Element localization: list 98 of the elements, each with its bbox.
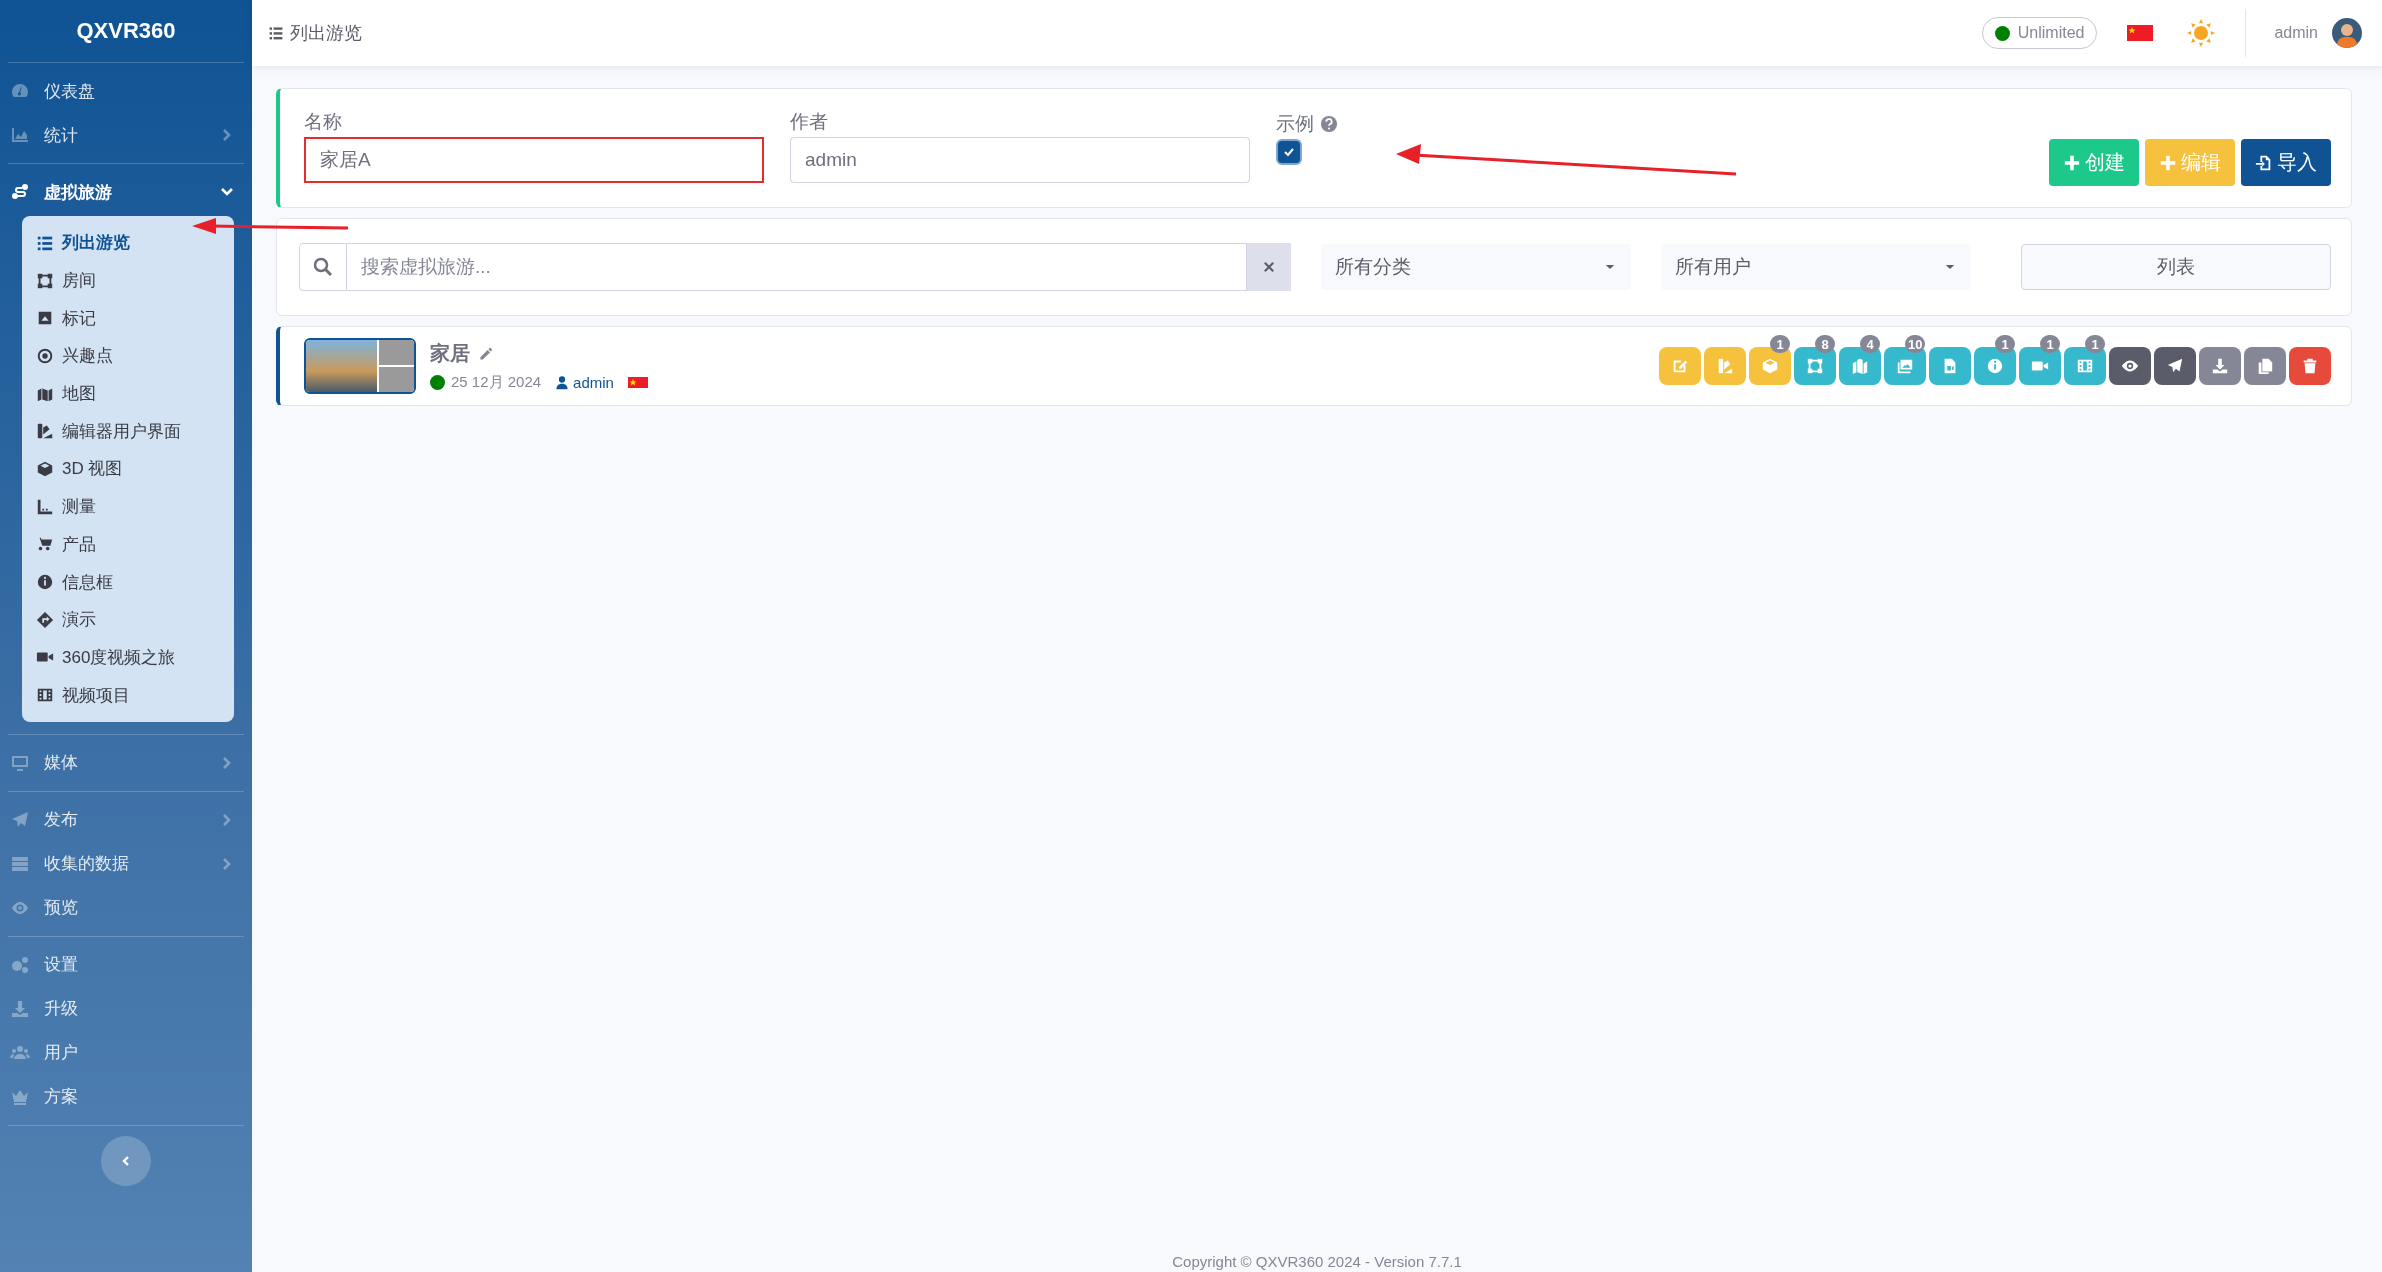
view-toggle-button[interactable]: 列表 <box>2021 244 2331 290</box>
list-icon <box>268 25 284 41</box>
user-name[interactable]: admin <box>2274 24 2318 42</box>
download-icon <box>10 998 30 1019</box>
submenu-item[interactable]: 标记 <box>22 299 110 338</box>
chevron-left-icon <box>120 1154 132 1167</box>
palette-icon <box>36 422 54 441</box>
thumbnail-placeholder[interactable] <box>304 338 416 394</box>
submenu-item[interactable]: 产品 <box>22 525 110 564</box>
file-import-icon <box>2255 153 2273 172</box>
paper-plane-icon <box>2166 357 2184 375</box>
route-icon <box>10 182 30 202</box>
action-button[interactable] <box>2289 347 2331 385</box>
copyright-text: Copyright © QXVR360 2024 - Version 7.7.1 <box>1171 1253 1463 1272</box>
clear-button[interactable] <box>1247 243 1291 291</box>
cube-icon <box>1761 357 1779 375</box>
brand-logo-text[interactable]: QXVR360 <box>8 0 244 63</box>
sun-icon <box>2187 19 2216 47</box>
sidebar-item[interactable]: 发布 <box>8 797 244 842</box>
action-button[interactable] <box>2244 347 2286 385</box>
ruler-icon <box>36 497 54 516</box>
count-badge: 10 <box>1905 335 1926 353</box>
count-badge: 1 <box>2040 335 2060 353</box>
close-icon <box>1262 260 1276 274</box>
action-button[interactable] <box>2019 347 2061 385</box>
pencil-icon <box>478 345 494 362</box>
avatar-icon[interactable] <box>2332 18 2362 48</box>
plus-icon <box>2159 153 2177 172</box>
frame-icon <box>1806 357 1824 375</box>
plus-icon <box>2063 153 2081 172</box>
sidebar-item[interactable]: 预览 <box>8 885 244 930</box>
sidebar-item[interactable]: 升级 <box>8 986 244 1031</box>
field-label: 作者 <box>790 110 829 134</box>
field-label: 名称 <box>304 110 343 134</box>
action-button[interactable] <box>2109 347 2151 385</box>
search-icon <box>313 257 333 277</box>
sidebar-item[interactable]: 方案 <box>8 1074 244 1119</box>
action-button[interactable] <box>1839 347 1881 385</box>
toolbar-button[interactable]: 导入 <box>2241 139 2331 186</box>
search-field[interactable]: 搜索虚拟旅游... <box>347 243 1247 291</box>
sidebar-item[interactable]: 用户 <box>8 1030 244 1075</box>
action-button[interactable] <box>1884 347 1926 385</box>
action-button[interactable] <box>1749 347 1791 385</box>
action-button[interactable] <box>1794 347 1836 385</box>
help-icon <box>1320 115 1338 133</box>
copy-icon <box>2256 357 2274 375</box>
cube-icon <box>36 459 54 478</box>
author-link[interactable]: admin <box>573 374 614 391</box>
flag-icon <box>627 377 648 388</box>
sidebar-item[interactable]: 虚拟旅游 <box>8 170 244 214</box>
download-icon <box>2211 357 2229 375</box>
sidebar-item[interactable]: 设置 <box>8 942 244 987</box>
submenu-item[interactable]: 房间 <box>22 261 110 300</box>
text-field[interactable]: admin <box>790 137 1250 183</box>
tour-title: 家居 <box>430 341 470 366</box>
frame-icon <box>36 271 54 290</box>
diamond-arrow-icon <box>36 610 54 629</box>
user-icon <box>555 375 570 390</box>
info-icon <box>36 573 54 592</box>
field-label: 示例 <box>1276 112 1314 136</box>
action-button[interactable] <box>1974 347 2016 385</box>
submenu-item[interactable]: 演示 <box>22 600 110 639</box>
category-dropdown[interactable]: 所有分类 <box>1321 244 1631 290</box>
submenu-item[interactable]: 兴趣点 <box>22 337 127 375</box>
count-badge: 1 <box>1995 335 2015 353</box>
tour-date: 25 12月 2024 <box>451 373 542 392</box>
info-icon <box>1986 357 2004 375</box>
submenu-item[interactable]: 3D 视图 <box>22 450 137 488</box>
text-field[interactable]: 家居A <box>304 137 764 183</box>
sidebar-item[interactable]: 媒体 <box>8 740 244 785</box>
sidebar-item[interactable]: 收集的数据 <box>8 841 244 886</box>
submenu-item[interactable]: 列出游览 <box>22 224 144 262</box>
images-icon <box>1896 357 1914 375</box>
action-button[interactable] <box>2064 347 2106 385</box>
checkmark-icon <box>1283 146 1295 158</box>
user-dropdown[interactable]: 所有用户 <box>1661 244 1971 290</box>
checkbox[interactable] <box>1276 139 1302 165</box>
chart-icon <box>10 125 30 145</box>
film-icon <box>2076 357 2094 375</box>
action-button[interactable] <box>2154 347 2196 385</box>
palette-icon <box>1716 357 1734 375</box>
submenu-item[interactable]: 视频项目 <box>22 676 144 714</box>
action-button[interactable] <box>2199 347 2241 385</box>
submenu-item[interactable]: 地图 <box>22 374 110 413</box>
sidebar-item[interactable]: 统计 <box>8 113 244 157</box>
submenu-item[interactable]: 编辑器用户界面 <box>22 412 195 451</box>
flag-icon <box>2127 25 2154 41</box>
sidebar-item[interactable]: 仪表盘 <box>8 69 244 113</box>
trash-icon <box>2301 357 2319 375</box>
count-badge: 1 <box>2085 335 2105 353</box>
count-badge: 8 <box>1815 335 1835 353</box>
submenu-item[interactable]: 测量 <box>22 487 110 526</box>
target-icon <box>36 346 54 365</box>
page-title: 列出游览 <box>290 22 362 45</box>
submenu-item[interactable]: 360度视频之旅 <box>22 638 190 677</box>
count-badge: 1 <box>1770 335 1790 353</box>
count-badge: 4 <box>1860 335 1880 353</box>
submenu-item[interactable]: 信息框 <box>22 563 127 601</box>
